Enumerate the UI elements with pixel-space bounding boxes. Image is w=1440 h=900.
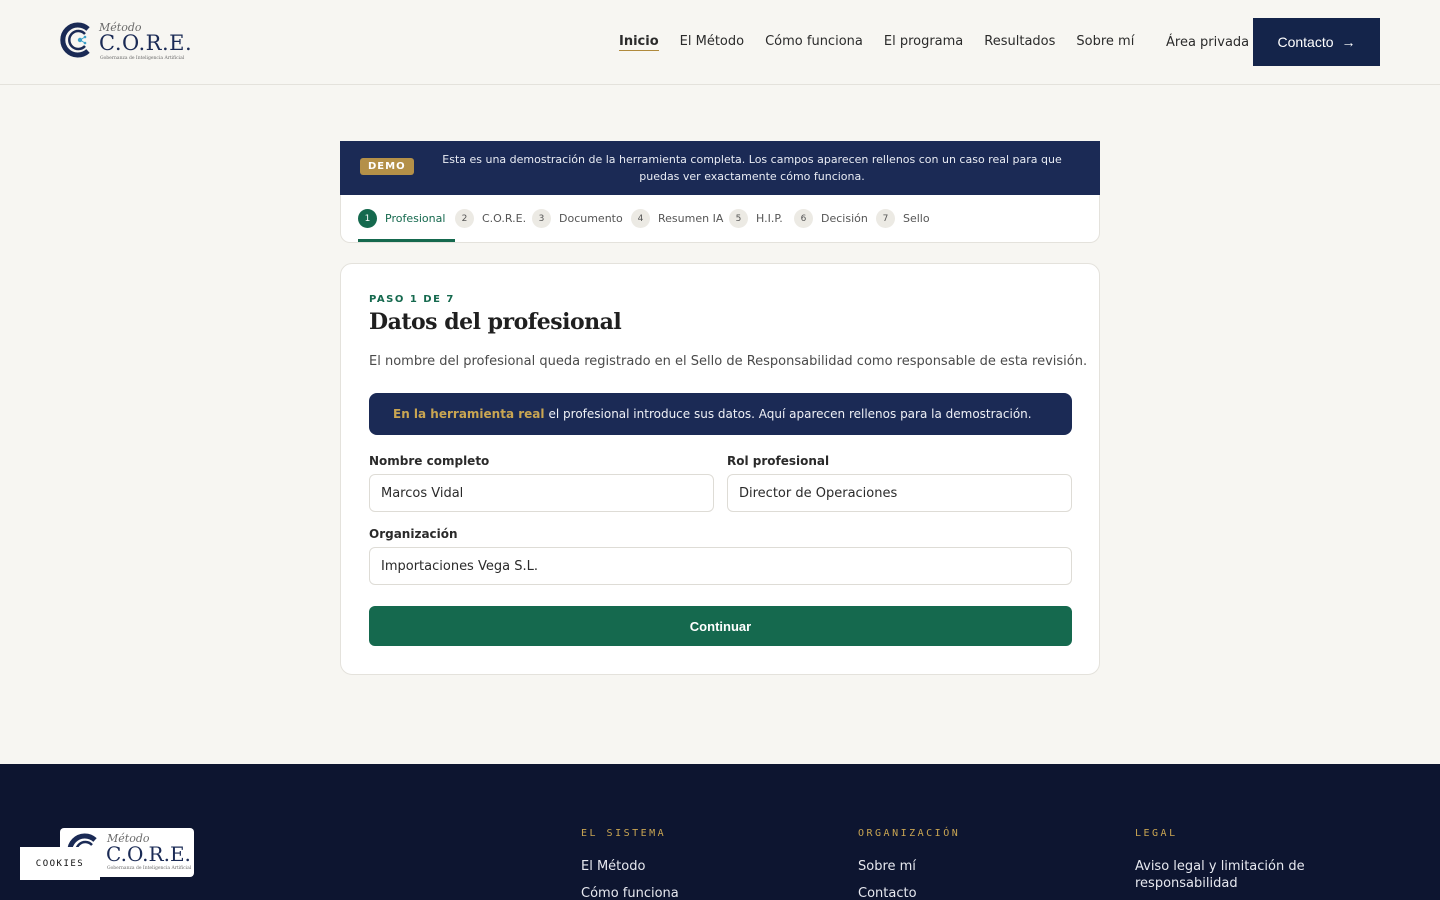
- step-number: 3: [532, 209, 551, 228]
- rol-input[interactable]: [727, 474, 1072, 512]
- step-tab-core[interactable]: 2 C.O.R.E.: [455, 195, 526, 242]
- nav-item-el-metodo[interactable]: El Método: [680, 34, 744, 51]
- arrow-right-icon: →: [1341, 34, 1356, 50]
- step-label: Documento: [559, 212, 623, 225]
- step-number: 1: [358, 209, 377, 228]
- nav-item-resultados[interactable]: Resultados: [984, 34, 1055, 51]
- info-text: el profesional introduce sus datos. Aquí…: [548, 407, 1032, 421]
- logo-tagline: Gobernanza de Inteligencia Artificial: [107, 866, 192, 871]
- site-logo[interactable]: Método C.O.R.E. Gobernanza de Inteligenc…: [58, 19, 192, 65]
- demo-badge: DEMO: [360, 158, 414, 175]
- contact-button-label: Contacto: [1277, 34, 1334, 50]
- step-eyebrow: PASO 1 DE 7: [369, 294, 455, 305]
- cookies-button[interactable]: COOKIES: [20, 847, 100, 880]
- step-number: 5: [729, 209, 748, 228]
- nav-item-inicio[interactable]: Inicio: [619, 34, 659, 51]
- organizacion-input[interactable]: [369, 547, 1072, 585]
- rol-label: Rol profesional: [727, 454, 830, 468]
- step-number: 4: [631, 209, 650, 228]
- logo-core: C.O.R.E.: [106, 842, 191, 866]
- step-tab-profesional[interactable]: 1 Profesional: [358, 195, 445, 242]
- footer-link-el-metodo[interactable]: El Método: [581, 858, 645, 875]
- main-nav: Inicio El Método Cómo funciona El progra…: [619, 34, 1155, 51]
- footer-col-title-legal: LEGAL: [1135, 828, 1178, 839]
- site-footer: Método C.O.R.E. Gobernanza de Inteligenc…: [0, 764, 1440, 900]
- step-tab-sello[interactable]: 7 Sello: [876, 195, 930, 242]
- step-label: Resumen IA: [658, 212, 724, 225]
- core-logo-icon: [60, 22, 90, 58]
- nav-item-como-funciona[interactable]: Cómo funciona: [765, 34, 863, 51]
- site-header: Método C.O.R.E. Gobernanza de Inteligenc…: [0, 0, 1440, 85]
- footer-link-aviso-legal[interactable]: Aviso legal y limitación de responsabili…: [1135, 858, 1325, 892]
- step-number: 2: [455, 209, 474, 228]
- step-label: Profesional: [385, 212, 446, 225]
- step-label: Decisión: [821, 212, 868, 225]
- footer-link-sobre-mi[interactable]: Sobre mí: [858, 858, 916, 875]
- info-highlight: En la herramienta real: [393, 407, 545, 421]
- step-tab-decision[interactable]: 6 Decisión: [794, 195, 868, 242]
- step-tab-hip[interactable]: 5 H.I.P.: [729, 195, 783, 242]
- footer-link-contacto[interactable]: Contacto: [858, 885, 917, 900]
- footer-col-title-sistema: EL SISTEMA: [581, 828, 667, 839]
- logo-core: C.O.R.E.: [99, 31, 193, 55]
- continue-button[interactable]: Continuar: [369, 606, 1072, 646]
- footer-col-title-organizacion: ORGANIZACIÓN: [858, 828, 961, 839]
- demo-info-box: En la herramienta real el profesional in…: [369, 393, 1072, 435]
- nav-item-el-programa[interactable]: El programa: [884, 34, 963, 51]
- logo-tagline: Gobernanza de Inteligencia Artificial: [100, 56, 185, 61]
- area-privada-link[interactable]: Área privada: [1166, 35, 1249, 50]
- demo-banner-text: Esta es una demostración de la herramien…: [442, 153, 1062, 183]
- active-step-indicator: [358, 239, 455, 242]
- step-number: 6: [794, 209, 813, 228]
- footer-link-como-funciona[interactable]: Cómo funciona: [581, 885, 679, 900]
- nombre-label: Nombre completo: [369, 454, 490, 468]
- step-label: Sello: [903, 212, 930, 225]
- step-number: 7: [876, 209, 895, 228]
- demo-banner: DEMO Esta es una demostración de la herr…: [340, 141, 1100, 195]
- contact-button[interactable]: Contacto →: [1253, 18, 1380, 66]
- step-tab-resumen-ia[interactable]: 4 Resumen IA: [631, 195, 723, 242]
- step-label: C.O.R.E.: [482, 212, 527, 225]
- card-description: El nombre del profesional queda registra…: [369, 354, 1088, 369]
- nav-item-sobre-mi[interactable]: Sobre mí: [1076, 34, 1134, 51]
- profesional-form-card: PASO 1 DE 7 Datos del profesional El nom…: [340, 263, 1100, 675]
- step-tabs: 1 Profesional 2 C.O.R.E. 3 Documento 4 R…: [340, 195, 1100, 243]
- step-tab-documento[interactable]: 3 Documento: [532, 195, 623, 242]
- organizacion-label: Organización: [369, 527, 458, 541]
- card-title: Datos del profesional: [369, 309, 622, 335]
- step-label: H.I.P.: [756, 212, 783, 225]
- nombre-input[interactable]: [369, 474, 714, 512]
